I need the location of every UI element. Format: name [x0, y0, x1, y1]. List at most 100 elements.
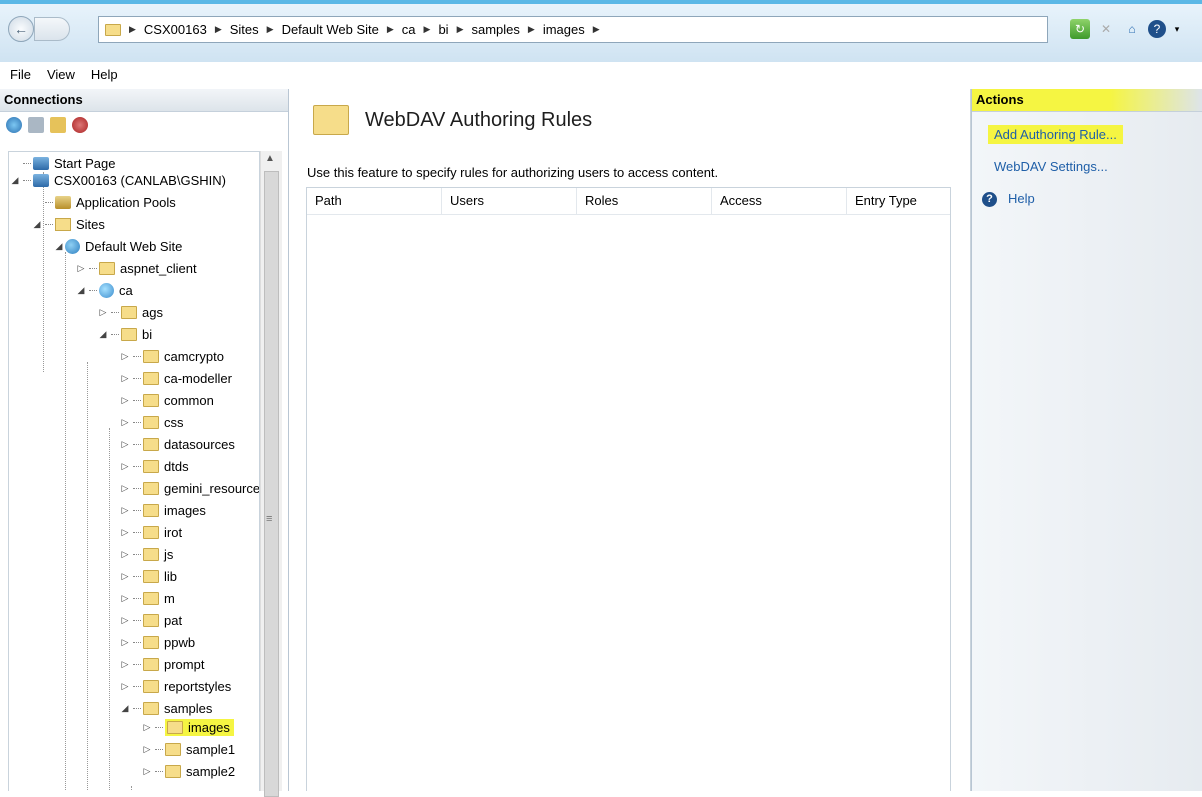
expand-icon[interactable]: ▷: [119, 571, 131, 582]
tree-node-ags[interactable]: ▷ ags: [97, 301, 163, 323]
collapse-icon[interactable]: ◢: [97, 329, 109, 340]
breadcrumb-images[interactable]: images ▶: [543, 22, 608, 37]
column-users[interactable]: Users: [442, 188, 577, 214]
expand-icon[interactable]: ▷: [141, 766, 153, 777]
tree-node-m[interactable]: ▷ m: [119, 587, 175, 609]
address-bar[interactable]: ▶ CSX00163 ▶ Sites ▶ Default Web Site ▶ ca ▶…: [98, 16, 1048, 43]
column-roles[interactable]: Roles: [577, 188, 712, 214]
stop-icon[interactable]: ✕: [1096, 19, 1116, 39]
tree-node-ca[interactable]: ◢ ca: [75, 279, 133, 301]
tree-node-app-pools[interactable]: Application Pools: [31, 191, 176, 213]
breadcrumb-samples[interactable]: samples ▶: [472, 22, 543, 37]
home-icon[interactable]: ⌂: [1122, 19, 1142, 39]
webdav-settings-link[interactable]: WebDAV Settings...: [994, 159, 1108, 174]
tree-node-server[interactable]: ◢ CSX00163 (CANLAB\GSHIN): [9, 169, 226, 191]
chevron-down-icon[interactable]: ▾: [1172, 19, 1182, 39]
collapse-icon[interactable]: ◢: [9, 175, 21, 186]
back-button[interactable]: ←: [8, 16, 34, 42]
expand-icon[interactable]: ▷: [119, 417, 131, 428]
expand-icon[interactable]: ▷: [119, 615, 131, 626]
expand-icon[interactable]: ▷: [119, 395, 131, 406]
tree-node-default-web-site[interactable]: ◢ Default Web Site: [53, 235, 182, 257]
save-icon[interactable]: [28, 117, 44, 133]
expand-icon[interactable]: ▷: [119, 461, 131, 472]
expand-icon[interactable]: ▷: [119, 659, 131, 670]
tree-scrollbar[interactable]: ▲ ≡: [260, 151, 282, 797]
collapse-icon[interactable]: ◢: [53, 241, 65, 252]
tree-node-reportstyles[interactable]: ▷ reportstyles: [119, 675, 232, 697]
tree-node-samples[interactable]: ◢ samples: [119, 697, 213, 719]
tree-node-datasources[interactable]: ▷ datasources: [119, 433, 235, 455]
help-link[interactable]: Help: [1008, 191, 1035, 206]
breadcrumb-ca[interactable]: ca ▶: [402, 22, 439, 37]
server-icon: [33, 173, 49, 187]
breadcrumb-server[interactable]: CSX00163 ▶: [144, 22, 230, 37]
folder-icon: [99, 261, 115, 275]
tree-node-bi[interactable]: ◢ bi: [97, 323, 153, 345]
expand-icon[interactable]: ▷: [119, 351, 131, 362]
tree-node-js[interactable]: ▷ js: [119, 543, 174, 565]
collapse-icon[interactable]: ◢: [119, 703, 131, 714]
tree-node-camcrypto[interactable]: ▷ camcrypto: [119, 345, 224, 367]
collapse-icon[interactable]: ◢: [31, 219, 43, 230]
collapse-icon[interactable]: ◢: [75, 285, 87, 296]
expand-icon[interactable]: ▷: [97, 307, 109, 318]
tree-node-gemini-resources[interactable]: ▷ gemini_resources: [119, 477, 259, 499]
breadcrumb-sites[interactable]: Sites ▶: [230, 22, 282, 37]
tree-node-irot[interactable]: ▷ irot: [119, 521, 183, 543]
folder-icon: [105, 23, 121, 36]
add-authoring-rule-link[interactable]: Add Authoring Rule...: [988, 125, 1123, 144]
column-path[interactable]: Path: [307, 188, 442, 214]
folder-icon: [143, 701, 159, 715]
connect-icon[interactable]: [6, 117, 22, 133]
expand-icon[interactable]: ▷: [119, 439, 131, 450]
breadcrumb-bi[interactable]: bi ▶: [438, 22, 471, 37]
tree-node-sample2[interactable]: ▷ sample2: [141, 760, 236, 782]
actions-panel: Actions Add Authoring Rule... WebDAV Set…: [971, 89, 1202, 791]
scroll-up-icon[interactable]: ▲: [265, 153, 275, 164]
folder-icon: [143, 393, 159, 407]
expand-icon[interactable]: ▷: [119, 549, 131, 560]
up-folder-icon[interactable]: [50, 117, 66, 133]
folder-icon: [143, 613, 159, 627]
column-access[interactable]: Access: [712, 188, 847, 214]
expand-icon[interactable]: ▷: [119, 373, 131, 384]
forward-button[interactable]: [34, 17, 70, 41]
tree-node-css[interactable]: ▷ css: [119, 411, 184, 433]
refresh-icon[interactable]: ↻: [1070, 19, 1090, 39]
folder-icon: [143, 415, 159, 429]
menu-help[interactable]: Help: [91, 67, 118, 82]
tree-node-common[interactable]: ▷ common: [119, 389, 214, 411]
tree-node-dtds[interactable]: ▷ dtds: [119, 455, 189, 477]
tree-node-images[interactable]: ▷ images: [119, 499, 206, 521]
tree-node-ppwb[interactable]: ▷ ppwb: [119, 631, 196, 653]
expand-icon[interactable]: ▷: [119, 593, 131, 604]
tree-node-ca-modeller[interactable]: ▷ ca-modeller: [119, 367, 232, 389]
expand-icon[interactable]: ▷: [75, 263, 87, 274]
breadcrumb-default-web-site[interactable]: Default Web Site ▶: [282, 22, 402, 37]
expand-icon[interactable]: ▷: [141, 744, 153, 755]
menu-view[interactable]: View: [47, 67, 75, 82]
menu-file[interactable]: File: [10, 67, 31, 82]
rules-grid[interactable]: Path Users Roles Access Entry Type: [306, 187, 951, 791]
tree-node-samples-images[interactable]: ▷ images: [141, 716, 234, 738]
expand-icon[interactable]: ▷: [119, 637, 131, 648]
tree-node-prompt[interactable]: ▷ prompt: [119, 653, 205, 675]
tree-node-aspnet-client[interactable]: ▷ aspnet_client: [75, 257, 197, 279]
help-icon[interactable]: ?: [1148, 20, 1166, 38]
scrollbar-thumb[interactable]: [264, 171, 279, 797]
expand-icon[interactable]: ▷: [119, 681, 131, 692]
tree-node-lib[interactable]: ▷ lib: [119, 565, 177, 587]
start-page-icon: [33, 156, 49, 170]
tree-node-pat[interactable]: ▷ pat: [119, 609, 183, 631]
expand-icon[interactable]: ▷: [141, 722, 153, 733]
column-entry-type[interactable]: Entry Type: [847, 188, 950, 214]
folder-icon: [143, 547, 159, 561]
disconnect-icon[interactable]: [72, 117, 88, 133]
folder-icon: [143, 591, 159, 605]
tree-node-sites[interactable]: ◢ Sites: [31, 213, 105, 235]
expand-icon[interactable]: ▷: [119, 483, 131, 494]
expand-icon[interactable]: ▷: [119, 505, 131, 516]
tree-node-sample1[interactable]: ▷ sample1: [141, 738, 236, 760]
expand-icon[interactable]: ▷: [119, 527, 131, 538]
